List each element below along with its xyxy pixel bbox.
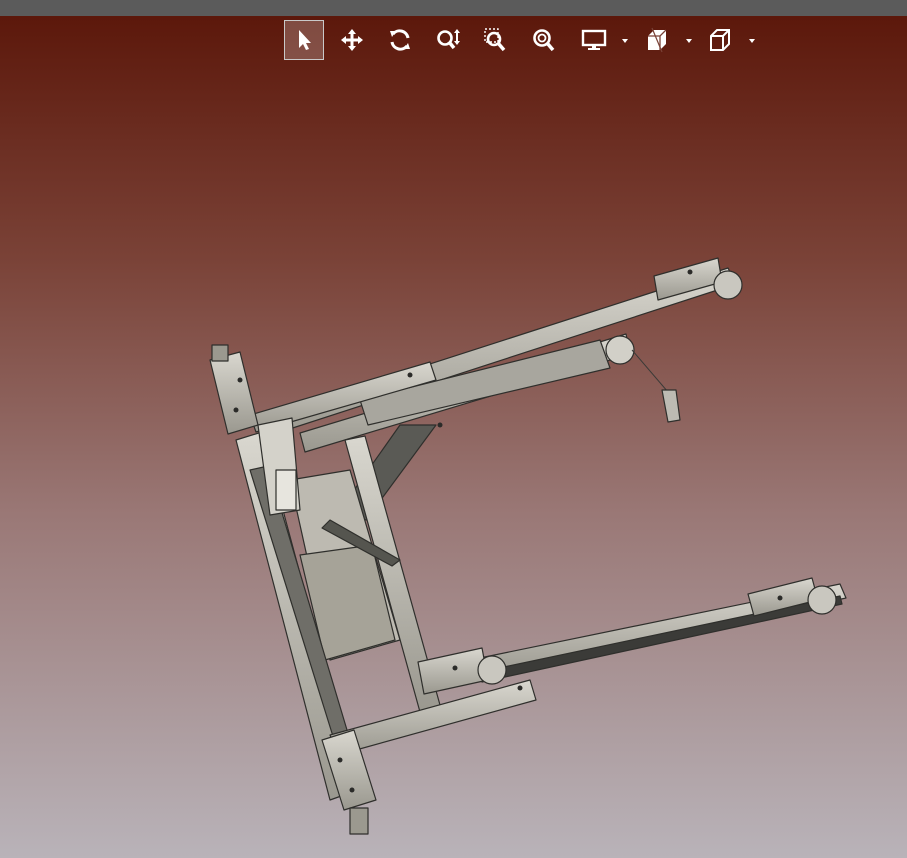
3d-viewport[interactable] xyxy=(0,0,907,858)
mechanical-assembly-icon[interactable] xyxy=(0,0,907,858)
